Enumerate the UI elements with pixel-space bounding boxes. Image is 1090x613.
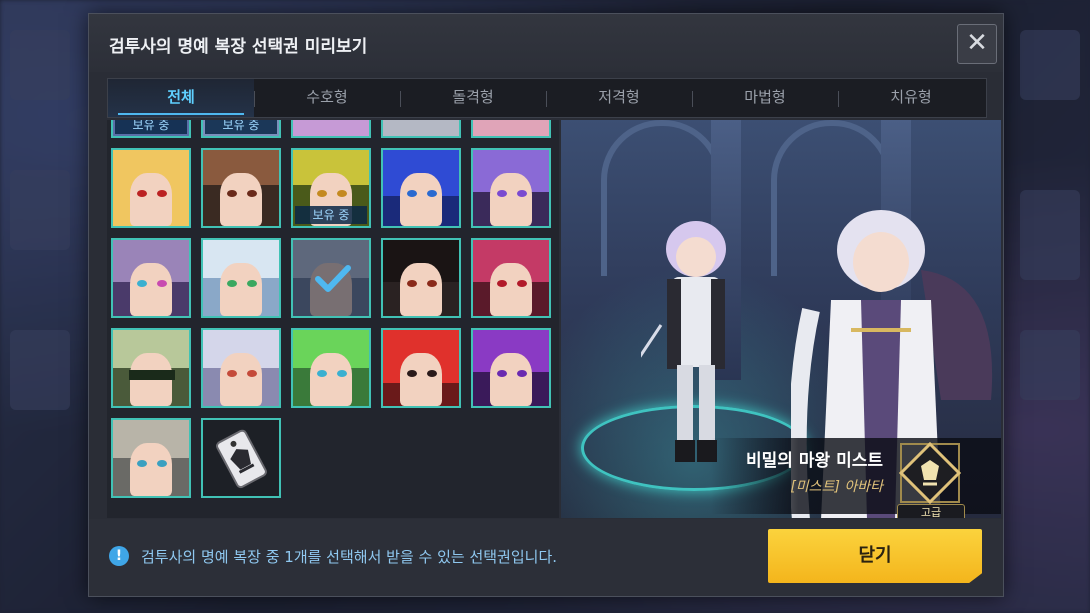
costume-slot[interactable]: [201, 328, 281, 408]
costume-slot[interactable]: [111, 148, 191, 228]
confirm-close-button[interactable]: 닫기: [768, 529, 982, 583]
costume-slot[interactable]: 보유 중: [291, 148, 371, 228]
costume-grid: 보유 중 보유 중 보유 중: [107, 120, 559, 518]
costume-slot[interactable]: [381, 238, 461, 318]
costume-preview-dialog: 검투사의 명예 복장 선택권 미리보기 ✕ 전체 수호형 돌격형 저격형 마법형…: [88, 13, 1004, 597]
costume-slot[interactable]: [291, 120, 371, 138]
costume-slot[interactable]: [201, 238, 281, 318]
grade-label: 고급: [897, 504, 965, 518]
costume-slot[interactable]: [471, 148, 551, 228]
character-sd-model: [641, 221, 726, 462]
costume-slot[interactable]: [381, 148, 461, 228]
owned-badge: 보유 중: [115, 120, 187, 134]
tab-healer[interactable]: 치유형: [838, 79, 984, 117]
costume-slot[interactable]: [291, 328, 371, 408]
character-preview: 비밀의 마왕 미스트 [미스트] 아바타 고급: [561, 120, 1001, 518]
costume-slot[interactable]: 보유 중: [201, 120, 281, 138]
dialog-footer: ! 검투사의 명예 복장 중 1개를 선택해서 받을 수 있는 선택권입니다. …: [89, 519, 1003, 596]
costume-slot[interactable]: [471, 120, 551, 138]
owned-badge: 보유 중: [205, 120, 277, 134]
costume-slot[interactable]: [291, 238, 371, 318]
costume-slot[interactable]: 보유 중: [111, 120, 191, 138]
selected-overlay: [293, 240, 369, 316]
costume-slot[interactable]: [471, 238, 551, 318]
tab-all[interactable]: 전체: [108, 79, 254, 117]
costume-slot[interactable]: [111, 238, 191, 318]
tab-sniper[interactable]: 저격형: [546, 79, 692, 117]
close-button[interactable]: ✕: [957, 24, 997, 64]
costume-slot-accessory[interactable]: [201, 418, 281, 498]
info-icon: !: [109, 546, 129, 566]
title-bar: 검투사의 명예 복장 선택권 미리보기 ✕: [89, 14, 1003, 72]
tab-assault[interactable]: 돌격형: [400, 79, 546, 117]
notice-text: 검투사의 명예 복장 중 1개를 선택해서 받을 수 있는 선택권입니다.: [141, 548, 558, 566]
tab-magic[interactable]: 마법형: [692, 79, 838, 117]
costume-type: [미스트] 아바타: [790, 479, 883, 495]
costume-slot[interactable]: [201, 148, 281, 228]
category-tabs: 전체 수호형 돌격형 저격형 마법형 치유형: [107, 78, 987, 118]
checkmark-icon: [315, 265, 351, 292]
badge-item-icon: [216, 429, 267, 489]
dialog-title: 검투사의 명예 복장 선택권 미리보기: [109, 37, 368, 57]
costume-slot[interactable]: [471, 328, 551, 408]
costume-slot[interactable]: [381, 120, 461, 138]
owned-badge: 보유 중: [295, 206, 367, 224]
grade-emblem-icon: [898, 441, 962, 505]
tab-guardian[interactable]: 수호형: [254, 79, 400, 117]
costume-name: 비밀의 마왕 미스트: [746, 451, 883, 471]
close-icon: ✕: [966, 28, 988, 58]
costume-slot[interactable]: [381, 328, 461, 408]
costume-slot[interactable]: [111, 328, 191, 408]
costume-slot[interactable]: [111, 418, 191, 498]
